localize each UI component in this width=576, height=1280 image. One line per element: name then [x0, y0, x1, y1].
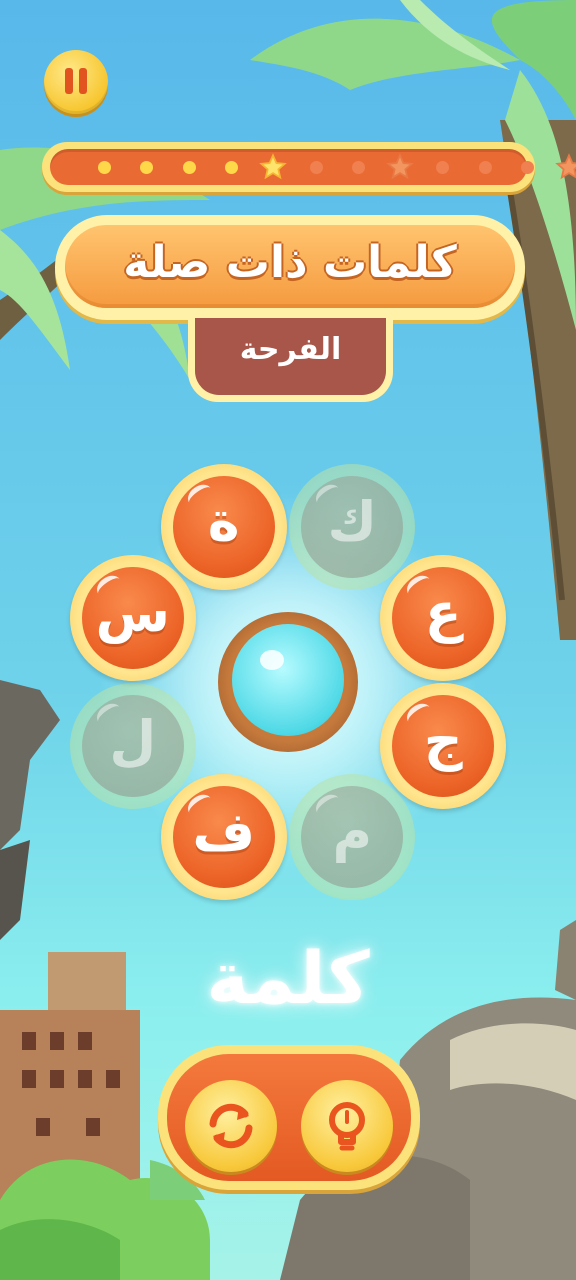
letter-char: ع — [424, 580, 462, 644]
letter-bubble[interactable]: م — [289, 774, 416, 901]
letter-char: ك — [327, 489, 378, 553]
progress-dot — [182, 161, 196, 174]
letter-char: ج — [423, 709, 463, 773]
letter-char: س — [95, 580, 171, 644]
letter-bubble[interactable]: ل — [69, 683, 196, 810]
progress-star-icon — [555, 153, 576, 180]
shuffle-button[interactable] — [185, 1080, 277, 1172]
hint-lightbulb-icon — [329, 1102, 365, 1151]
progress-star-icon — [386, 153, 414, 180]
level-progress-bar — [42, 142, 576, 192]
hint-button[interactable] — [301, 1080, 393, 1172]
progress-dot — [98, 161, 111, 174]
letter-char: ل — [109, 709, 157, 773]
progress-dot — [309, 161, 323, 174]
letter-bubble[interactable]: ة — [160, 463, 287, 590]
letter-char: ة — [207, 489, 240, 553]
letter-bubble[interactable]: ج — [380, 683, 507, 810]
letter-bubble[interactable]: ف — [160, 774, 287, 901]
center-orb — [218, 612, 358, 752]
current-word: كلمة — [206, 936, 370, 1020]
pause-button[interactable] — [44, 50, 108, 114]
progress-star-icon — [259, 153, 287, 180]
progress-dot — [351, 161, 365, 174]
controls-panel — [158, 1045, 420, 1190]
category-label: الفرحة — [239, 332, 342, 367]
page-title: كلمات ذات صلة — [123, 237, 457, 288]
letter-char: م — [332, 800, 373, 864]
progress-dot — [140, 161, 154, 174]
letter-char: ف — [192, 800, 256, 864]
letter-bubble[interactable]: س — [69, 554, 196, 681]
letter-bubble[interactable]: ع — [380, 554, 507, 681]
pause-icon — [44, 50, 108, 114]
letter-bubble[interactable]: ك — [289, 463, 416, 590]
category-banner: الفرحة — [188, 318, 393, 402]
progress-dot — [224, 161, 238, 174]
title-banner: كلمات ذات صلة — [55, 215, 525, 320]
shuffle-icon — [209, 1103, 253, 1149]
progress-dot — [436, 161, 450, 174]
progress-dot — [478, 161, 492, 174]
progress-dot — [521, 161, 534, 174]
